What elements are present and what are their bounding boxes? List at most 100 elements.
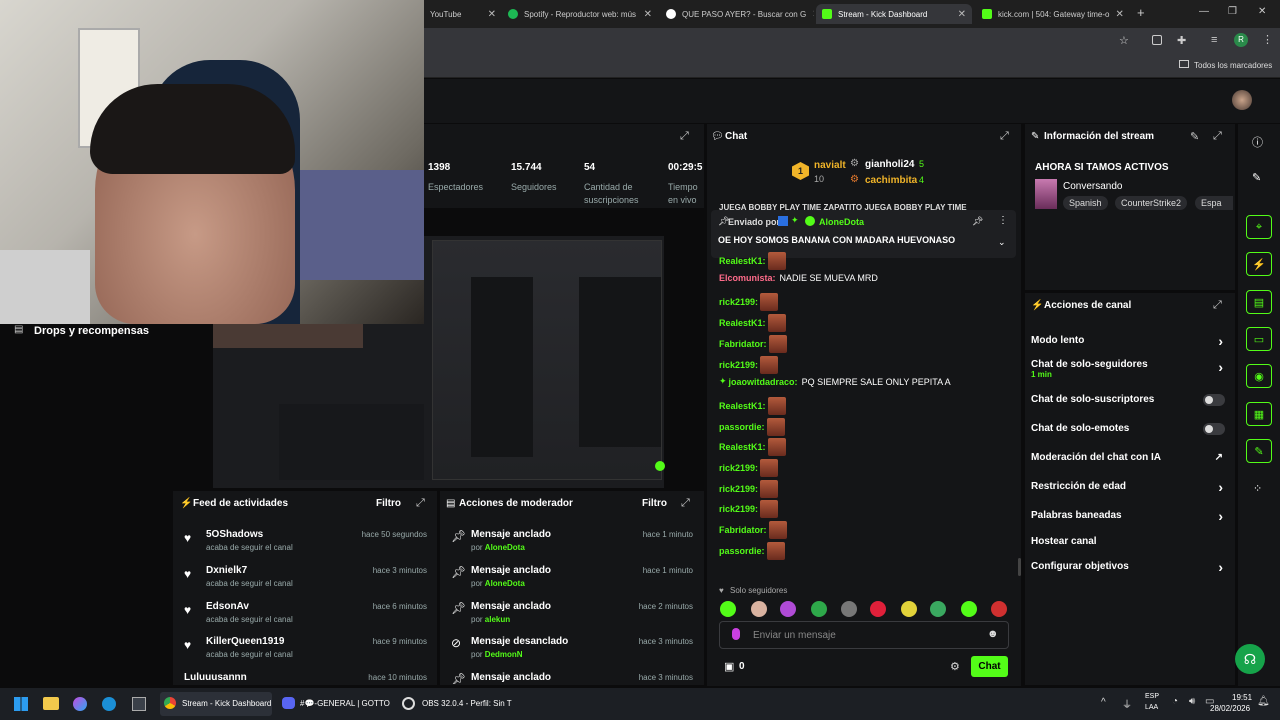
edit-icon[interactable]: ✎ (1190, 130, 1199, 143)
age-restriction-row[interactable]: Restricción de edad › (1031, 479, 1227, 495)
tab-youtube[interactable]: YouTube ✕ (424, 4, 502, 24)
activity-user[interactable]: Luluuusannn (184, 672, 247, 683)
volume-icon[interactable]: 🔊︎ (1189, 696, 1195, 707)
chat-username[interactable]: rick2199: (719, 297, 758, 307)
mod-user[interactable]: AloneDota (485, 543, 525, 552)
notes-icon[interactable]: ▤ (1246, 290, 1272, 314)
taskbar-chrome[interactable]: Stream - Kick Dashboard (160, 692, 272, 716)
install-icon[interactable] (1152, 35, 1162, 45)
minimize-icon[interactable]: — (1199, 6, 1209, 17)
activity-user[interactable]: EdsonAv (206, 601, 249, 612)
followers-only-row[interactable]: Chat de solo-seguidores 1 min › (1031, 359, 1227, 383)
activity-user[interactable]: Dxnielk7 (206, 565, 247, 576)
chat-input-wrap[interactable]: Enviar un mensaje ☻ (719, 621, 1009, 649)
wifi-icon[interactable]: ◔ (1172, 696, 1178, 707)
profile-avatar[interactable]: R (1234, 33, 1248, 47)
language-label[interactable]: ESP (1145, 693, 1159, 700)
user-avatar[interactable] (1232, 90, 1252, 110)
mod-user[interactable]: alekun (485, 615, 510, 624)
support-icon[interactable]: ☊ (1235, 644, 1265, 674)
emote-button[interactable] (930, 601, 946, 617)
chat-username[interactable]: RealestK1: (719, 318, 766, 328)
media-icon[interactable]: ≡ (1211, 34, 1217, 46)
settings-icon[interactable]: ⚙ (950, 660, 960, 673)
emote-button[interactable] (901, 601, 917, 617)
expand-icon[interactable]: ⤢ (1213, 130, 1222, 143)
expand-icon[interactable]: ⤢ (1213, 299, 1222, 312)
tab-kick-504[interactable]: kick.com | 504: Gateway time-o ✕ (976, 4, 1128, 24)
points-icon[interactable]: ▣ (724, 660, 734, 673)
chat-username[interactable]: rick2199: (719, 504, 758, 514)
emote-button[interactable] (961, 601, 977, 617)
chat-username[interactable]: RealestK1: (719, 256, 766, 266)
mod-user[interactable]: DedmonN (485, 650, 523, 659)
close-icon[interactable]: ✕ (812, 9, 814, 20)
expand-icon[interactable]: ⤢ (680, 130, 689, 143)
chat-username[interactable]: RealestK1: (719, 401, 766, 411)
send-chat-button[interactable]: Chat (971, 656, 1008, 677)
taskbar-obs[interactable]: OBS 32.0.4 - Perfil: Sin T (398, 692, 514, 716)
mic-icon[interactable]: ⏚ (1122, 696, 1132, 711)
chat-username[interactable]: rick2199: (719, 463, 758, 473)
leader-name[interactable]: gianholi24 (865, 159, 914, 170)
notification-icon[interactable]: 🔔︎ (1257, 696, 1270, 707)
filter-button[interactable]: Filtro (376, 498, 401, 509)
edit-icon[interactable]: ✎ (1252, 171, 1261, 184)
mod-user[interactable]: AloneDota (485, 579, 525, 588)
category-name[interactable]: Conversando (1063, 181, 1122, 192)
chat-username[interactable]: Fabridator: (719, 525, 767, 535)
info-icon[interactable]: ⓘ (1252, 134, 1263, 150)
star-icon[interactable]: ☆ (1119, 34, 1129, 47)
all-bookmarks-link[interactable]: Todos los marcadores (1194, 61, 1272, 70)
copilot-icon[interactable] (73, 697, 87, 711)
subs-only-toggle[interactable] (1203, 394, 1225, 406)
expand-icon[interactable]: ⤢ (416, 497, 425, 510)
clip-icon[interactable]: ⌖ (1246, 215, 1272, 239)
leader-name[interactable]: navialt (814, 160, 846, 171)
close-icon[interactable]: ✕ (1115, 9, 1123, 20)
pin-icon[interactable]: 📌︎ (972, 216, 983, 227)
emote-button[interactable] (811, 601, 827, 617)
emote-button[interactable] (870, 601, 886, 617)
close-window-icon[interactable]: ✕ (1258, 6, 1266, 17)
language-label[interactable]: LAA (1145, 704, 1158, 711)
edge-icon[interactable] (102, 697, 116, 711)
mic-icon[interactable] (732, 628, 740, 640)
close-icon[interactable]: ✕ (644, 9, 652, 20)
emote-only-toggle[interactable] (1203, 423, 1225, 435)
browser-icon[interactable]: ▦ (1246, 402, 1272, 426)
chat-input[interactable]: Enviar un mensaje (753, 630, 836, 641)
ai-moderation-row[interactable]: Moderación del chat con IA ↗ (1031, 452, 1227, 466)
chat-username[interactable]: RealestK1: (719, 442, 766, 452)
chat-bubble-icon[interactable]: ▭ (1246, 327, 1272, 351)
close-icon[interactable]: ✕ (488, 9, 496, 20)
chat-username[interactable]: rick2199: (719, 484, 758, 494)
pinned-user[interactable]: AloneDota (819, 217, 864, 227)
chat-username[interactable]: passordie: (719, 546, 765, 556)
menu-icon[interactable]: ⋮ (1262, 33, 1273, 46)
windows-start-icon[interactable] (14, 697, 28, 711)
store-icon[interactable] (132, 697, 146, 711)
emote-button[interactable] (720, 601, 736, 617)
leader-name[interactable]: cachimbita (865, 175, 917, 186)
expand-icon[interactable]: ⤢ (1000, 130, 1009, 143)
taskbar-discord[interactable]: #💬-GENERAL | GOTTO (278, 692, 393, 716)
clock-date[interactable]: 28/02/2026 (1210, 704, 1250, 713)
nodes-icon[interactable]: ⁘ (1253, 482, 1262, 495)
filter-button[interactable]: Filtro (642, 498, 667, 509)
file-explorer-icon[interactable] (43, 697, 59, 710)
chat-username[interactable]: Fabridator: (719, 339, 767, 349)
broadcast-icon[interactable]: ◉ (1246, 364, 1272, 388)
chat-username[interactable]: rick2199: (719, 360, 758, 370)
nav-drops[interactable]: ▤ Drops y recompensas (0, 324, 172, 344)
stream-preview[interactable] (424, 236, 665, 488)
emote-button[interactable] (841, 601, 857, 617)
more-icon[interactable]: ⋮ (998, 215, 1008, 226)
chevron-down-icon[interactable]: ⌄ (998, 237, 1006, 248)
new-tab-button[interactable]: + (1137, 5, 1145, 20)
wrench-icon[interactable]: ✎ (1246, 439, 1272, 463)
chat-username[interactable]: Elcomunista: (719, 273, 776, 283)
scrollbar[interactable] (1018, 558, 1021, 576)
banned-words-row[interactable]: Palabras baneadas › (1031, 508, 1227, 524)
emoji-icon[interactable]: ☻ (987, 628, 999, 640)
